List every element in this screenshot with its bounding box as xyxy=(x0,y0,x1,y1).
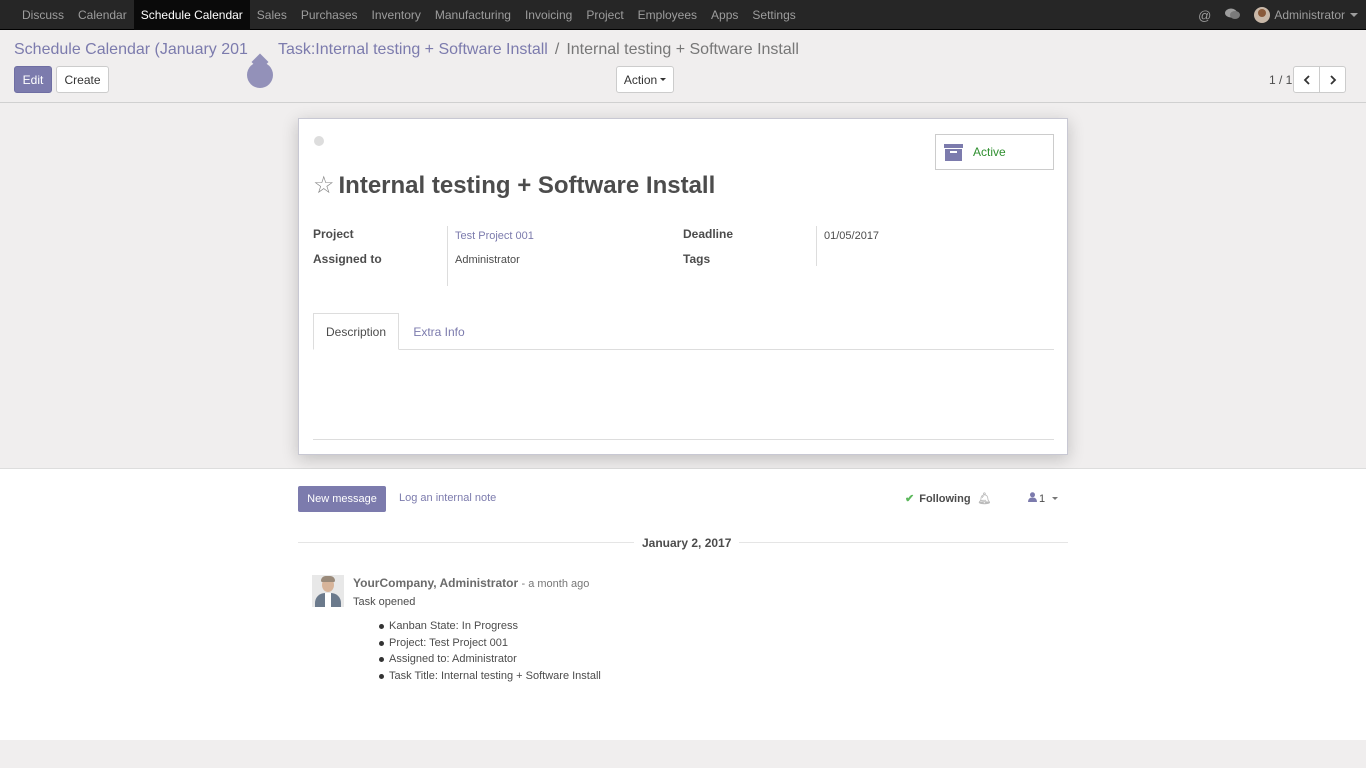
following-toggle[interactable]: ✔ Following 🔔︎ xyxy=(905,492,992,506)
action-label: Action xyxy=(623,72,658,87)
nav-item-employees[interactable]: Employees xyxy=(631,0,704,30)
chat-bubbles-icon[interactable] xyxy=(1225,8,1241,23)
tracking-value-item: Project: Test Project 001 xyxy=(379,637,601,654)
message-header: YourCompany, Administrator - a month ago xyxy=(353,576,589,590)
control-panel: Schedule Calendar (January 201 Task:Inte… xyxy=(0,30,1366,103)
user-avatar xyxy=(1254,7,1271,23)
pager-previous-button[interactable] xyxy=(1293,66,1320,93)
tracking-value-item: Task Title: Internal testing + Software … xyxy=(379,670,601,687)
nav-item-schedule-calendar[interactable]: Schedule Calendar xyxy=(133,0,250,30)
assigned-to-label: Assigned to xyxy=(313,252,382,266)
mention-icon[interactable]: @ xyxy=(1198,8,1211,23)
followers-dropdown[interactable]: 1 xyxy=(1028,492,1059,505)
title-row: ☆ Internal testing + Software Install xyxy=(313,172,715,200)
navbar-systray: @ Administrator xyxy=(1184,0,1358,30)
log-note-link[interactable]: Log an internal note xyxy=(399,492,496,504)
message-body: Task opened xyxy=(353,596,416,608)
cursor-drop-marker xyxy=(247,62,273,88)
date-separator-label: January 2, 2017 xyxy=(634,536,740,550)
nav-item-calendar[interactable]: Calendar xyxy=(71,0,134,30)
nav-item-manufacturing[interactable]: Manufacturing xyxy=(428,0,518,30)
bell-icon[interactable]: 🔔︎ xyxy=(978,492,992,505)
tracking-values-list: Kanban State: In Progress Project: Test … xyxy=(379,620,601,687)
pager-value[interactable]: 1 / 1 xyxy=(1269,73,1292,87)
breadcrumb-separator: / xyxy=(554,41,560,58)
message-time: - a month ago xyxy=(521,578,590,590)
deadline-label: Deadline xyxy=(683,227,734,241)
nav-item-inventory[interactable]: Inventory xyxy=(365,0,428,30)
field-separator xyxy=(816,226,817,266)
nav-item-project[interactable]: Project xyxy=(579,0,630,30)
check-icon: ✔ xyxy=(905,493,915,505)
tracking-value-item: Kanban State: In Progress xyxy=(379,620,601,637)
deadline-field[interactable]: 01/05/2017 xyxy=(824,230,879,242)
chevron-down-icon xyxy=(660,78,667,81)
project-label: Project xyxy=(313,227,354,241)
breadcrumb-parent[interactable]: Task:Internal testing + Software Install xyxy=(278,41,548,59)
tracking-value-item: Assigned to: Administrator xyxy=(379,653,601,670)
person-icon xyxy=(1028,492,1037,505)
task-title: Internal testing + Software Install xyxy=(338,172,716,199)
nav-item-discuss[interactable]: Discuss xyxy=(15,0,71,30)
following-label: Following xyxy=(919,492,971,505)
nav-item-apps[interactable]: Apps xyxy=(704,0,745,30)
breadcrumb-current: Internal testing + Software Install xyxy=(566,41,799,58)
nav-item-settings[interactable]: Settings xyxy=(745,0,802,30)
new-message-button[interactable]: New message xyxy=(298,486,386,512)
chevron-left-icon xyxy=(1303,74,1310,85)
user-menu[interactable]: Administrator xyxy=(1254,7,1358,23)
edit-button[interactable]: Edit xyxy=(14,66,52,93)
description-area-divider xyxy=(313,439,1054,440)
chevron-down-icon xyxy=(1052,497,1059,500)
app-menu: Discuss Calendar Schedule Calendar Sales… xyxy=(0,0,803,30)
page-footer-band xyxy=(0,740,1366,768)
tab-description[interactable]: Description xyxy=(313,313,399,350)
form-sheet: Active ☆ Internal testing + Software Ins… xyxy=(298,118,1068,455)
chevron-down-icon xyxy=(1350,13,1358,17)
message-author[interactable]: YourCompany, Administrator xyxy=(353,576,518,590)
create-button[interactable]: Create xyxy=(56,66,109,93)
nav-item-sales[interactable]: Sales xyxy=(250,0,294,30)
tab-extra-info[interactable]: Extra Info xyxy=(399,313,479,350)
user-name: Administrator xyxy=(1274,8,1345,22)
nav-item-purchases[interactable]: Purchases xyxy=(294,0,365,30)
assigned-to-field[interactable]: Administrator xyxy=(455,254,520,266)
star-icon[interactable]: ☆ xyxy=(313,174,335,198)
author-avatar[interactable] xyxy=(312,575,344,607)
followers-count: 1 xyxy=(1039,492,1046,505)
breadcrumb: Schedule Calendar (January 201 Task:Inte… xyxy=(14,41,799,59)
nav-item-invoicing[interactable]: Invoicing xyxy=(518,0,579,30)
tags-label: Tags xyxy=(683,252,711,266)
kanban-state-indicator[interactable] xyxy=(314,136,324,146)
chevron-right-icon xyxy=(1329,74,1336,85)
breadcrumb-root[interactable]: Schedule Calendar (January 201 xyxy=(14,41,248,59)
top-navbar: Discuss Calendar Schedule Calendar Sales… xyxy=(0,0,1366,30)
active-toggle-button[interactable]: Active xyxy=(935,134,1054,170)
action-dropdown[interactable]: Action xyxy=(616,66,674,93)
project-field[interactable]: Test Project 001 xyxy=(455,230,534,242)
pager-next-button[interactable] xyxy=(1319,66,1346,93)
chatter: New message Log an internal note ✔ Follo… xyxy=(0,469,1366,740)
active-status-label: Active xyxy=(973,145,1006,159)
notebook-tabs: Description Extra Info xyxy=(313,313,1054,350)
field-separator xyxy=(447,226,448,286)
archive-icon xyxy=(944,143,963,161)
